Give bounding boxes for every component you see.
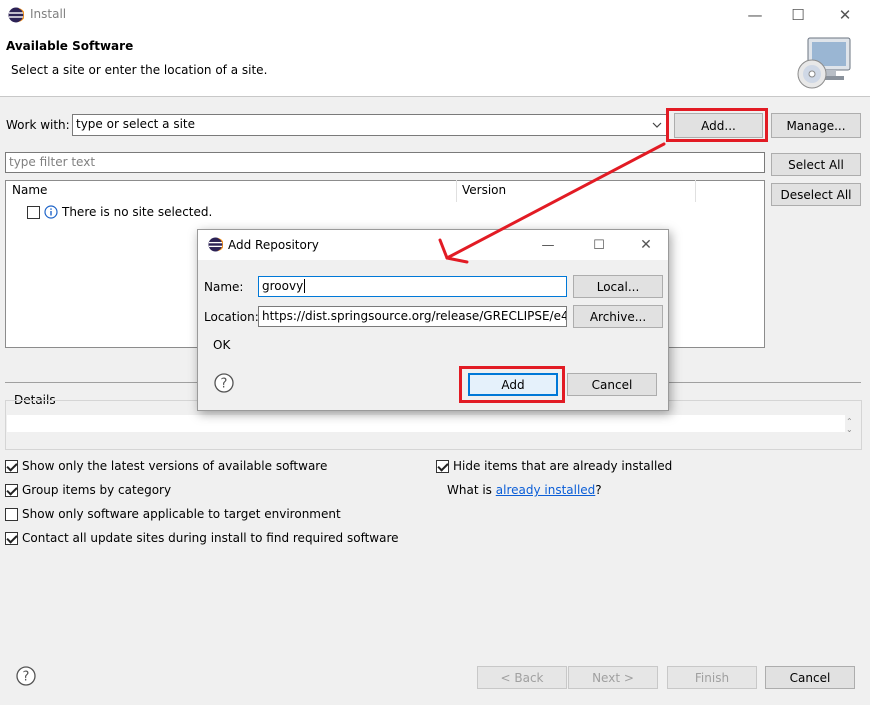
group-by-category-checkbox[interactable] <box>5 483 18 497</box>
applicable-only-checkbox[interactable] <box>5 507 18 521</box>
text-cursor <box>304 279 306 293</box>
group-by-category-option[interactable]: Group items by category <box>5 483 171 497</box>
applicable-only-label: Show only software applicable to target … <box>22 507 341 521</box>
contact-all-sites-checkbox[interactable] <box>5 531 18 545</box>
latest-versions-option[interactable]: Show only the latest versions of availab… <box>5 459 327 473</box>
latest-versions-checkbox[interactable] <box>5 459 18 473</box>
window-title: Install <box>30 7 67 21</box>
location-input[interactable]: https://dist.springsource.org/release/GR… <box>258 306 567 327</box>
minimize-button[interactable]: — <box>732 0 778 30</box>
help-icon[interactable]: ? <box>214 373 234 393</box>
already-installed-link[interactable]: already installed <box>496 483 596 497</box>
page-message: Select a site or enter the location of a… <box>11 63 268 77</box>
install-wizard-icon <box>797 37 851 89</box>
column-header-version[interactable]: Version <box>462 183 506 197</box>
work-with-combo[interactable]: type or select a site <box>72 114 668 136</box>
add-repository-dialog: Add Repository — ☐ ✕ Name: groovy Local.… <box>197 229 669 411</box>
select-all-button[interactable]: Select All <box>771 153 861 176</box>
column-divider <box>456 180 457 202</box>
column-header-name[interactable]: Name <box>12 183 47 197</box>
dialog-minimize-button[interactable]: — <box>528 230 568 260</box>
what-is-installed-text: What is already installed? <box>447 483 602 497</box>
finish-button[interactable]: Finish <box>667 666 757 689</box>
table-row: There is no site selected. <box>27 205 212 219</box>
hide-installed-checkbox[interactable] <box>436 459 449 473</box>
eclipse-icon <box>208 237 223 252</box>
location-value: https://dist.springsource.org/release/GR… <box>262 309 567 323</box>
chevron-down-icon[interactable] <box>652 121 662 129</box>
next-button[interactable]: Next > <box>568 666 658 689</box>
page-title: Available Software <box>6 39 134 53</box>
deselect-all-button[interactable]: Deselect All <box>771 183 861 206</box>
what-is-suffix: ? <box>595 483 602 497</box>
manage-button[interactable]: Manage... <box>771 113 861 138</box>
contact-all-sites-option[interactable]: Contact all update sites during install … <box>5 531 399 545</box>
dialog-close-button[interactable]: ✕ <box>626 230 666 260</box>
work-with-placeholder: type or select a site <box>76 117 196 131</box>
local-button[interactable]: Local... <box>573 275 663 298</box>
eclipse-icon <box>8 7 24 23</box>
row-checkbox[interactable] <box>27 205 40 219</box>
dialog-cancel-button[interactable]: Cancel <box>567 373 657 396</box>
dialog-title: Add Repository <box>228 238 319 252</box>
dialog-add-highlight <box>459 366 565 403</box>
help-icon[interactable]: ? <box>16 666 36 686</box>
back-button[interactable]: < Back <box>477 666 567 689</box>
name-value: groovy <box>262 279 304 293</box>
svg-text:?: ? <box>221 377 228 392</box>
filter-placeholder: type filter text <box>9 155 96 169</box>
dialog-maximize-button[interactable]: ☐ <box>579 230 619 260</box>
hide-installed-label: Hide items that are already installed <box>453 459 673 473</box>
filter-input[interactable]: type filter text <box>5 152 765 173</box>
svg-text:?: ? <box>23 670 30 685</box>
group-by-category-label: Group items by category <box>22 483 172 497</box>
contact-all-sites-label: Contact all update sites during install … <box>22 531 399 545</box>
archive-button[interactable]: Archive... <box>573 305 663 328</box>
info-icon <box>44 205 58 219</box>
applicable-only-option[interactable]: Show only software applicable to target … <box>5 507 341 521</box>
maximize-button[interactable]: ☐ <box>775 0 821 30</box>
location-label: Location: <box>204 310 259 324</box>
latest-versions-label: Show only the latest versions of availab… <box>22 459 328 473</box>
hide-installed-option[interactable]: Hide items that are already installed <box>436 459 672 473</box>
empty-table-message: There is no site selected. <box>62 205 213 219</box>
close-button[interactable]: ✕ <box>822 0 868 30</box>
name-label: Name: <box>204 280 244 294</box>
cancel-button[interactable]: Cancel <box>765 666 855 689</box>
details-text[interactable] <box>7 415 845 432</box>
name-input[interactable]: groovy <box>258 276 567 297</box>
scroll-arrows-icon[interactable]: ⌃ ⌄ <box>846 418 853 434</box>
work-with-label: Work with: <box>6 118 70 132</box>
what-is-prefix: What is <box>447 483 496 497</box>
column-divider <box>695 180 696 202</box>
add-site-highlight <box>666 108 768 142</box>
status-text: OK <box>213 338 231 352</box>
